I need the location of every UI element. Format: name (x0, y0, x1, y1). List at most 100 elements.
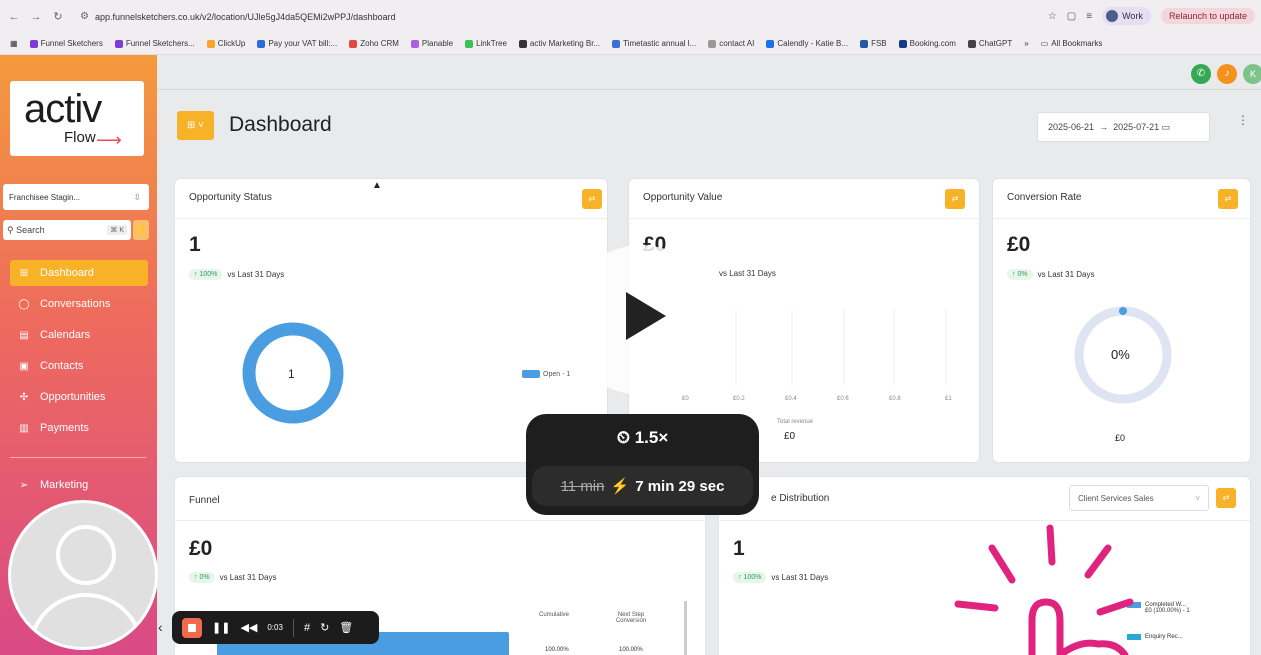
card-header: Opportunity Value ⇄ (629, 179, 979, 219)
sidebar-item-conversations[interactable]: ◯ Conversations (10, 291, 148, 317)
card-delta: ↑ 100% vs Last 31 Days (733, 572, 828, 583)
card-swap-button[interactable]: ⇄ (945, 189, 965, 209)
card-delta: vs Last 31 Days (719, 269, 776, 278)
playback-speed-badge: ⏲ 1.5× 11 min ⚡ 7 min 29 sec (526, 414, 759, 515)
grid-icon: ⊞ (186, 120, 196, 131)
card-header: Conversion Rate ⇄ (993, 179, 1250, 219)
sidebar-item-opportunities[interactable]: ✣ Opportunities (10, 384, 148, 410)
sidebar-item-marketing[interactable]: ➢ Marketing (10, 472, 148, 498)
star-icon[interactable]: ☆ (1048, 11, 1057, 22)
trash-icon[interactable]: 🗑 (339, 621, 353, 634)
card-header: e Distribution Client Services Sales ˅ ⇄ (719, 477, 1250, 521)
bookmark[interactable]: Funnel Sketchers... (114, 39, 195, 48)
folder-icon: ▭ (1040, 39, 1049, 48)
scrollbar[interactable] (684, 601, 687, 655)
dashboard-switcher-button[interactable]: ⊞ ˅ (177, 111, 214, 140)
sidebar: activ Flow ⟶ Franchisee Stagin... ⇳ ⚲ Se… (0, 55, 158, 655)
sidebar-item-contacts[interactable]: ▣ Contacts (10, 353, 148, 379)
bookmark[interactable]: Calendly - Katie B... (766, 39, 848, 48)
relaunch-button[interactable]: Relaunch to update (1160, 8, 1255, 24)
search-input[interactable]: ⚲ Search ⌘ K (3, 220, 131, 240)
restart-icon[interactable]: ↻ (320, 621, 329, 634)
mouse-cursor-icon: ▲ (372, 180, 382, 191)
bookmark[interactable]: Timetastic annual l... (612, 39, 696, 48)
date-range-picker[interactable]: 2025-06-21 → 2025-07-21 ▭ (1037, 112, 1210, 142)
webcam-avatar (8, 500, 158, 650)
user-avatar[interactable]: K (1243, 64, 1261, 84)
sidebar-divider (10, 457, 146, 458)
rewind-icon[interactable]: ◀◀ (240, 621, 257, 634)
bookmark[interactable]: LinkTree (465, 39, 507, 48)
quick-actions-button[interactable]: ⚡ (133, 220, 149, 240)
site-info-icon[interactable]: ⚙ (80, 11, 89, 22)
contacts-icon: ▣ (19, 360, 29, 372)
logo-arrow-icon: ⟶ (96, 130, 122, 150)
card-value: 1 (189, 233, 201, 256)
bookmark[interactable]: contact AI (708, 39, 754, 48)
divider (292, 618, 294, 637)
more-options-icon[interactable]: ⋮ (1237, 113, 1249, 127)
notification-icon[interactable]: ♪ (1217, 64, 1237, 84)
extensions-icon[interactable]: ▢ (1067, 11, 1076, 22)
menu-lines-icon[interactable]: ≡ (1086, 11, 1092, 22)
bookmark[interactable]: Booking.com (898, 39, 956, 48)
card-delta: ↑ 100% vs Last 31 Days (189, 269, 284, 280)
funnel-cumulative-value: 100.00% (545, 647, 569, 653)
sidebar-item-calendars[interactable]: ▤ Calendars (10, 322, 148, 348)
opportunities-icon: ✣ (19, 391, 29, 403)
x-tick: £1 (945, 396, 952, 402)
funnel-next-value: 100.00% (619, 647, 643, 653)
x-tick: £0.6 (837, 396, 849, 402)
bookmark[interactable]: ClickUp (206, 39, 245, 48)
card-swap-button[interactable]: ⇄ (582, 189, 602, 209)
x-tick: £0.4 (785, 396, 797, 402)
bookmark[interactable]: FSB (860, 39, 887, 48)
gauge-center-label: 0% (1111, 347, 1130, 362)
card-header: Opportunity Status ⇄ (175, 179, 607, 219)
reload-icon[interactable]: ↻ (50, 10, 66, 23)
card-value: 1 (733, 537, 745, 560)
bookmark-folder[interactable]: ▭ All Bookmarks (1041, 39, 1103, 48)
back-icon[interactable]: ← (6, 11, 22, 23)
profile-avatar-icon (1106, 10, 1119, 22)
dashboard-icon: ⊞ (19, 267, 29, 279)
more-bookmarks[interactable]: » (1024, 39, 1028, 48)
url-text: app.funnelsketchers.co.uk/v2/location/UJ… (94, 11, 396, 22)
sidebar-item-payments[interactable]: ▥ Payments (10, 415, 148, 441)
bookmark[interactable]: ChatGPT (967, 39, 1012, 48)
address-bar[interactable]: ⚙ app.funnelsketchers.co.uk/v2/location/… (80, 11, 396, 22)
x-tick: £0.8 (889, 396, 901, 402)
bookmark[interactable]: Zoho CRM (349, 39, 399, 48)
recording-time: 0:03 (267, 623, 283, 632)
grid-icon[interactable]: # (304, 622, 310, 634)
card-swap-button[interactable]: ⇄ (1218, 189, 1238, 209)
avatar-body-icon (28, 593, 144, 647)
bookmark[interactable]: Planable (410, 39, 453, 48)
collapse-sidebar-icon[interactable]: ‹ (158, 619, 163, 635)
calendar-icon: ▤ (19, 329, 29, 341)
funnel-col-next-step: Next Step Conversion (615, 612, 647, 624)
apps-icon[interactable]: ▦ (10, 39, 18, 48)
card-delta: ↑ 0% vs Last 31 Days (189, 572, 276, 583)
pipeline-select[interactable]: Client Services Sales ˅ (1069, 485, 1209, 511)
stop-recording-button[interactable] (182, 617, 202, 638)
card-value: £0 (189, 537, 213, 560)
chart-legend[interactable]: Open - 1 (522, 370, 570, 378)
chevron-updown-icon: ⇳ (133, 191, 141, 202)
phone-icon[interactable]: ✆ (1191, 64, 1211, 84)
profile-button[interactable]: Work (1102, 7, 1151, 25)
sidebar-item-dashboard[interactable]: ⊞ Dashboard (10, 260, 148, 286)
topbar: ✆ ♪ K (157, 55, 1261, 90)
value-bar-chart (735, 309, 947, 385)
pause-icon[interactable]: ❚❚ (212, 621, 230, 634)
location-switcher[interactable]: Franchisee Stagin... ⇳ (3, 184, 149, 210)
card-delta: ↑ 0% vs Last 31 Days (1007, 269, 1094, 280)
pointing-hand-icon (954, 524, 1134, 655)
calendar-icon: ▭ (1161, 121, 1171, 132)
card-swap-button[interactable]: ⇄ (1216, 488, 1236, 508)
logo[interactable]: activ Flow ⟶ (10, 81, 144, 156)
forward-icon[interactable]: → (28, 11, 44, 23)
bookmark[interactable]: Funnel Sketchers (29, 39, 103, 48)
bookmark[interactable]: Pay your VAT bill:... (257, 39, 337, 48)
bookmark[interactable]: activ Marketing Br... (518, 39, 600, 48)
